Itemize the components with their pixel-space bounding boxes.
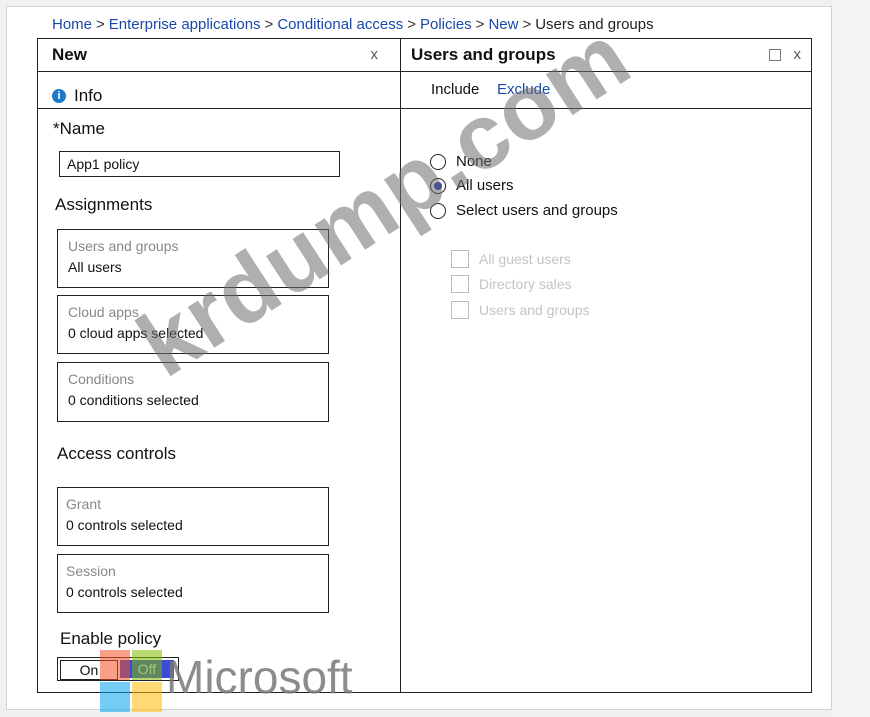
breadcrumb-enterprise-apps[interactable]: Enterprise applications xyxy=(109,16,261,33)
new-policy-blade: New x i Info *Name App1 policy Assignmen… xyxy=(37,38,401,693)
checkbox xyxy=(451,301,469,319)
page-margin xyxy=(832,0,870,717)
info-row[interactable]: i Info xyxy=(38,72,400,109)
toggle-off-option[interactable]: Off xyxy=(120,660,174,678)
grant-card[interactable]: Grant 0 controls selected xyxy=(57,487,329,546)
card-value: 0 controls selected xyxy=(66,584,183,600)
card-value: 0 conditions selected xyxy=(68,392,199,408)
toggle-on-option[interactable]: On xyxy=(60,660,118,680)
enable-policy-toggle[interactable]: On Off xyxy=(57,657,179,681)
users-and-groups-blade: Users and groups x Include Exclude None … xyxy=(400,38,812,693)
checkbox xyxy=(451,250,469,268)
card-value: 0 controls selected xyxy=(66,517,183,533)
breadcrumb-conditional-access[interactable]: Conditional access xyxy=(277,16,403,33)
blade-title: New xyxy=(52,45,87,64)
tab-bar: Include Exclude xyxy=(401,72,811,109)
checkbox-label: Users and groups xyxy=(479,302,590,318)
close-icon[interactable]: x xyxy=(371,46,379,63)
name-label: *Name xyxy=(53,119,105,138)
checkbox-label: All guest users xyxy=(479,251,571,267)
blade-header: Users and groups x xyxy=(401,39,811,72)
breadcrumb-separator: > xyxy=(96,16,105,33)
card-title: Session xyxy=(66,563,116,579)
breadcrumb-policies[interactable]: Policies xyxy=(420,16,472,33)
card-title: Users and groups xyxy=(68,238,179,254)
blade-title: Users and groups xyxy=(411,45,556,64)
access-controls-heading: Access controls xyxy=(57,444,177,463)
breadcrumb-separator: > xyxy=(475,16,485,33)
breadcrumb-separator: > xyxy=(407,16,416,33)
breadcrumb-current: Users and groups xyxy=(535,16,654,33)
breadcrumb-new[interactable]: New xyxy=(488,16,518,33)
card-title: Conditions xyxy=(68,371,135,387)
card-value: 0 cloud apps selected xyxy=(68,325,204,341)
breadcrumb-separator: > xyxy=(264,16,274,33)
breadcrumb-separator: > xyxy=(522,16,532,33)
cloud-apps-card[interactable]: Cloud apps 0 cloud apps selected xyxy=(57,295,329,354)
card-title: Grant xyxy=(66,496,102,512)
breadcrumb: Home > Enterprise applications > Conditional… xyxy=(52,16,654,33)
close-icon[interactable]: x xyxy=(794,46,802,63)
session-card[interactable]: Session 0 controls selected xyxy=(57,554,329,613)
blade-header: New x xyxy=(38,39,400,72)
radio-label: None xyxy=(456,153,492,170)
radio-button[interactable] xyxy=(430,203,446,219)
policy-name-input[interactable]: App1 policy xyxy=(59,151,340,177)
breadcrumb-home[interactable]: Home xyxy=(52,16,92,33)
checkbox xyxy=(451,275,469,293)
radio-label: All users xyxy=(456,177,514,194)
info-icon: i xyxy=(52,89,66,103)
users-and-groups-card[interactable]: Users and groups All users xyxy=(57,229,329,288)
radio-label: Select users and groups xyxy=(456,202,618,219)
card-title: Cloud apps xyxy=(68,304,139,320)
info-label: Info xyxy=(74,86,103,105)
radio-button[interactable] xyxy=(430,178,446,194)
maximize-icon[interactable] xyxy=(769,49,781,61)
card-value: All users xyxy=(68,259,122,275)
tab-exclude[interactable]: Exclude xyxy=(497,81,550,98)
enable-policy-label: Enable policy xyxy=(60,629,162,648)
conditions-card[interactable]: Conditions 0 conditions selected xyxy=(57,362,329,422)
checkbox-label: Directory sales xyxy=(479,276,572,292)
tab-include[interactable]: Include xyxy=(431,81,479,98)
radio-button[interactable] xyxy=(430,154,446,170)
assignments-heading: Assignments xyxy=(55,195,153,214)
